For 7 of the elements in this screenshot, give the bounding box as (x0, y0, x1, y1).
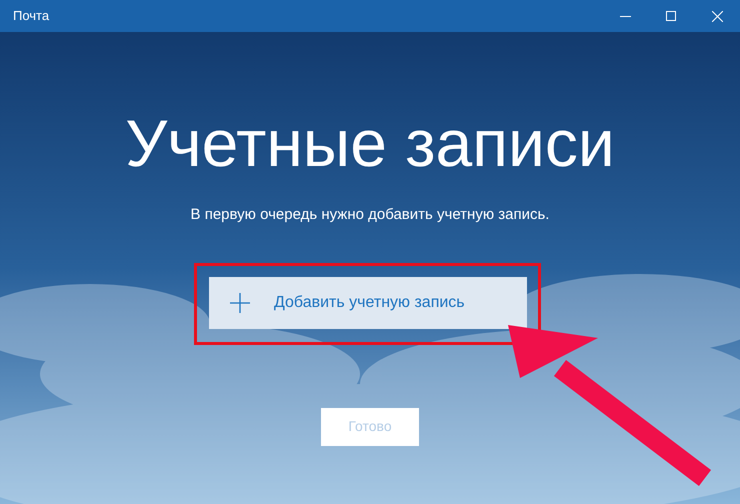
maximize-icon (666, 11, 676, 21)
page-heading: Учетные записи (125, 110, 615, 176)
close-icon (712, 10, 722, 22)
add-account-button[interactable]: Добавить учетную запись (209, 276, 527, 328)
page-subtitle: В первую очередь нужно добавить учетную запись. (190, 205, 550, 225)
window-title: Почта (13, 7, 50, 26)
plus-icon (230, 292, 250, 312)
